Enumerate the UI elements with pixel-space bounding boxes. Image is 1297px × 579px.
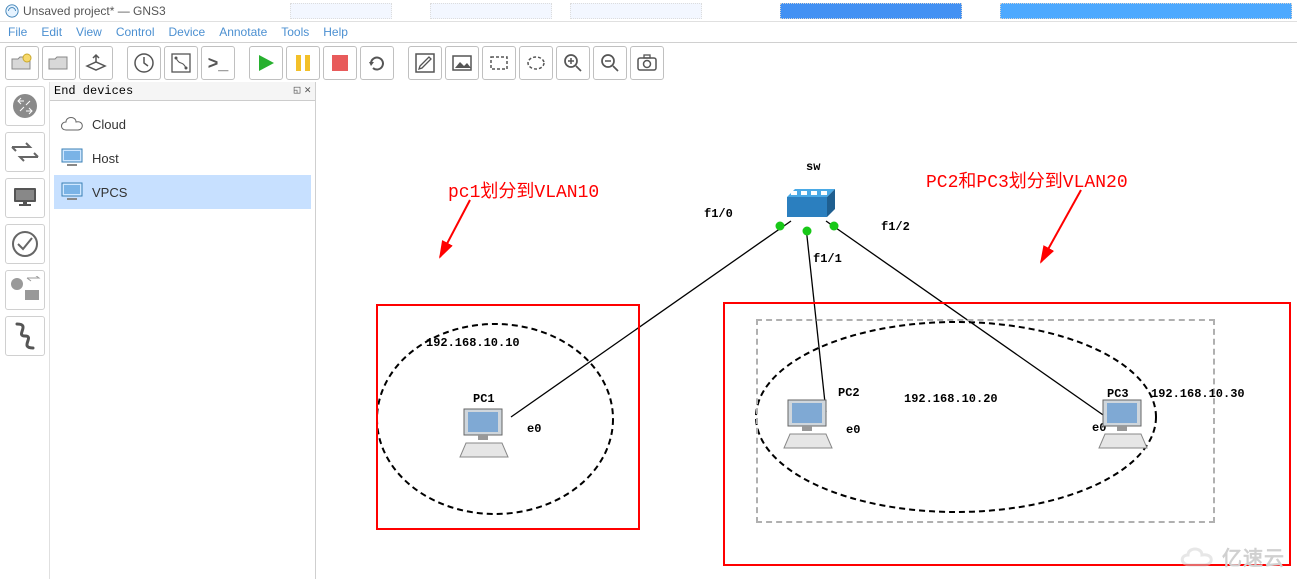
security-devices-category-button[interactable] [5,224,45,264]
pc1-label: PC1 [473,392,495,406]
menu-help[interactable]: Help [323,25,348,39]
port-label-f11: f1/1 [813,252,842,266]
watermark: 亿速云 [1178,542,1285,571]
add-link-button[interactable] [5,316,45,356]
pc3-node[interactable] [1095,398,1151,454]
save-project-button[interactable] [79,46,113,80]
panel-dock-icon[interactable]: ◱ [294,83,301,97]
stop-all-button[interactable] [323,46,357,80]
device-item-vpcs[interactable]: VPCS [54,175,311,209]
port-label-f10: f1/0 [704,207,733,221]
devices-panel-title: End devices [54,84,133,98]
screenshot-button[interactable] [630,46,664,80]
device-item-host[interactable]: Host [54,141,311,175]
pc2-label: PC2 [838,386,860,400]
menu-bar: File Edit View Control Device Annotate T… [0,22,1297,42]
pc3-ip: 192.168.10.30 [1151,387,1245,401]
pause-all-button[interactable] [286,46,320,80]
reload-all-button[interactable] [360,46,394,80]
menu-device[interactable]: Device [169,25,206,39]
all-devices-category-button[interactable] [5,270,45,310]
show-connectors-button[interactable] [164,46,198,80]
title-bar: Unsaved project* — GNS3 [0,0,1297,22]
main-toolbar: >_ [0,42,1297,84]
pc1-iface: e0 [527,422,541,436]
cloud-icon [58,112,86,136]
menu-tools[interactable]: Tools [281,25,309,39]
port-label-f12: f1/2 [881,220,910,234]
menu-file[interactable]: File [8,25,27,39]
window-title: Unsaved project* — GNS3 [23,4,166,18]
host-icon [58,146,86,170]
vpcs-icon [58,180,86,204]
pc1-ip: 192.168.10.10 [426,336,520,350]
pc2-iface: e0 [846,423,860,437]
panel-close-icon[interactable]: ✕ [304,83,311,97]
watermark-text: 亿速云 [1222,542,1285,571]
app-icon [5,4,19,18]
draw-rect-button[interactable] [482,46,516,80]
pc1-node[interactable] [456,407,512,463]
new-project-button[interactable] [5,46,39,80]
device-item-label: Host [92,151,119,166]
open-project-button[interactable] [42,46,76,80]
routers-category-button[interactable] [5,86,45,126]
menu-annotate[interactable]: Annotate [219,25,267,39]
vlan10-annotation: pc1划分到VLAN10 [448,177,599,203]
device-item-label: Cloud [92,117,126,132]
switches-category-button[interactable] [5,132,45,172]
device-item-label: VPCS [92,185,127,200]
devices-panel: End devices ◱ ✕ Cloud Host [50,82,316,579]
pc2-ip: 192.168.10.20 [904,392,998,406]
console-all-button[interactable]: >_ [201,46,235,80]
menu-view[interactable]: View [76,25,102,39]
devices-list: Cloud Host VPCS [50,101,315,215]
switch-label: sw [806,160,820,174]
device-category-bar [0,82,50,579]
pc2-node[interactable] [780,398,836,454]
menu-edit[interactable]: Edit [41,25,62,39]
menu-control[interactable]: Control [116,25,155,39]
topology-canvas[interactable]: sw f1/0 f1/1 f1/2 pc1划分到VLAN10 PC2和PC3划分… [316,82,1297,579]
devices-panel-header: End devices ◱ ✕ [50,82,315,101]
watermark-icon [1178,543,1216,571]
insert-image-button[interactable] [445,46,479,80]
add-note-button[interactable] [408,46,442,80]
zoom-out-button[interactable] [593,46,627,80]
vlan20-annotation: PC2和PC3划分到VLAN20 [926,167,1128,193]
end-devices-category-button[interactable] [5,178,45,218]
zoom-in-button[interactable] [556,46,590,80]
device-item-cloud[interactable]: Cloud [54,107,311,141]
switch-node[interactable] [783,187,839,227]
snapshot-button[interactable] [127,46,161,80]
start-all-button[interactable] [249,46,283,80]
draw-ellipse-button[interactable] [519,46,553,80]
